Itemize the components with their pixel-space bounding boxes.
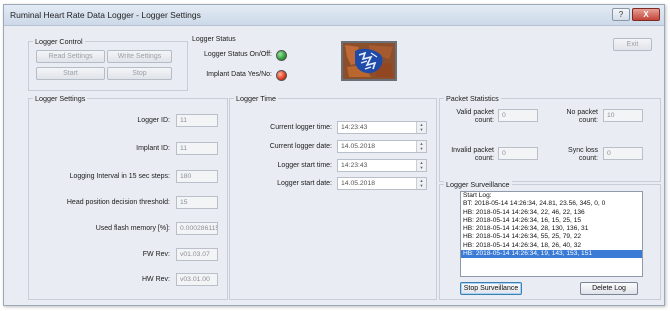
log-line[interactable]: HB: 2018-05-14 14:26:34, 18, 26, 40, 32: [461, 242, 642, 250]
window-title: Ruminal Heart Rate Data Logger - Logger …: [10, 10, 201, 20]
logger-settings-title: Logger Settings: [33, 94, 88, 103]
status-on-off-label: Logger Status On/Off:: [204, 51, 272, 58]
close-button[interactable]: X: [632, 8, 660, 21]
stop-button[interactable]: Stop: [107, 67, 172, 80]
current-date-spinner[interactable]: ▲ ▼: [416, 141, 426, 152]
flash-memory-label: Used flash memory [%]:: [95, 225, 170, 232]
current-time-value: 14:23:43: [341, 124, 368, 131]
hw-rev-label: HW Rev:: [142, 276, 170, 283]
cow-logo-image: [341, 41, 397, 81]
implant-id-label: Implant ID:: [136, 145, 170, 152]
delete-log-button[interactable]: Delete Log: [580, 282, 638, 295]
current-date-label: Current logger date:: [269, 143, 332, 150]
logger-id-label: Logger ID:: [137, 117, 170, 124]
packet-statistics-title: Packet Statistics: [444, 94, 501, 103]
logging-interval-field[interactable]: 180: [176, 170, 218, 183]
logger-status-title: Logger Status: [192, 36, 236, 43]
log-line[interactable]: BT: 2018-05-14 14:26:34, 24.81, 23.56, 3…: [461, 200, 642, 208]
implant-data-label: Implant Data Yes/No:: [206, 71, 272, 78]
status-led-icon: [276, 50, 287, 61]
sync-loss-label: Sync loss count:: [554, 147, 598, 163]
invalid-packet-label: Invalid packet count:: [444, 147, 494, 163]
current-time-field[interactable]: 14:23:43 ▲ ▼: [337, 121, 427, 134]
threshold-field[interactable]: 15: [176, 196, 218, 209]
close-icon: X: [643, 10, 649, 19]
valid-packet-label-line1: Valid packet: [456, 109, 494, 116]
sync-loss-label-line2: count:: [578, 155, 598, 162]
log-line[interactable]: HB: 2018-05-14 14:26:34, 55, 25, 79, 22: [461, 233, 642, 241]
start-date-field[interactable]: 14.05.2018 ▲ ▼: [337, 177, 427, 190]
invalid-packet-label-line2: count:: [474, 155, 494, 162]
start-date-spinner[interactable]: ▲ ▼: [416, 178, 426, 189]
no-packet-label: No packet count:: [554, 109, 598, 125]
title-bar: Ruminal Heart Rate Data Logger - Logger …: [4, 5, 664, 26]
surveillance-log-list[interactable]: Start Log: BT: 2018-05-14 14:26:34, 24.8…: [460, 191, 643, 277]
start-button[interactable]: Start: [36, 67, 105, 80]
logger-surveillance-title: Logger Surveillance: [444, 180, 512, 189]
valid-packet-label: Valid packet count:: [444, 109, 494, 125]
valid-packet-field[interactable]: 0: [498, 109, 538, 122]
current-date-field[interactable]: 14.05.2018 ▲ ▼: [337, 140, 427, 153]
fw-rev-field[interactable]: v01.03.07: [176, 248, 218, 261]
implant-led-icon: [276, 70, 287, 81]
hw-rev-field[interactable]: v03.01.00: [176, 273, 218, 286]
start-time-field[interactable]: 14:23:43 ▲ ▼: [337, 159, 427, 172]
read-settings-button[interactable]: Read Settings: [36, 50, 105, 63]
logger-control-group: Logger Control: [28, 37, 188, 91]
invalid-packet-label-line1: Invalid packet: [451, 147, 494, 154]
start-date-label: Logger start date:: [277, 180, 332, 187]
implant-id-field[interactable]: 11: [176, 142, 218, 155]
log-line[interactable]: HB: 2018-05-14 14:26:34, 16, 15, 25, 15: [461, 217, 642, 225]
invalid-packet-field[interactable]: 0: [498, 147, 538, 160]
start-time-label: Logger start time:: [277, 162, 332, 169]
write-settings-button[interactable]: Write Settings: [107, 50, 172, 63]
log-line[interactable]: HB: 2018-05-14 14:26:34, 19, 143, 153, 1…: [461, 250, 642, 259]
sync-loss-field[interactable]: 0: [603, 147, 643, 160]
logger-id-field[interactable]: 11: [176, 114, 218, 127]
flash-memory-field[interactable]: 0.000286115: [176, 222, 218, 235]
sync-loss-label-line1: Sync loss: [568, 147, 598, 154]
logger-time-title: Logger Time: [234, 94, 278, 103]
log-line[interactable]: Start Log:: [461, 192, 642, 200]
no-packet-label-line1: No packet: [566, 109, 598, 116]
fw-rev-label: FW Rev:: [142, 251, 170, 258]
stop-surveillance-button[interactable]: Stop Surveillance: [460, 282, 522, 295]
threshold-label: Head position decision threshold:: [66, 199, 170, 206]
logger-settings-window: Ruminal Heart Rate Data Logger - Logger …: [3, 4, 665, 306]
current-time-label: Current logger time:: [270, 124, 332, 131]
log-line[interactable]: HB: 2018-05-14 14:26:34, 22, 46, 22, 136: [461, 209, 642, 217]
help-button[interactable]: ?: [612, 8, 630, 21]
start-time-value: 14:23:43: [341, 162, 368, 169]
help-icon: ?: [618, 10, 624, 19]
no-packet-label-line2: count:: [578, 117, 598, 124]
start-date-value: 14.05.2018: [341, 180, 376, 187]
current-date-value: 14.05.2018: [341, 143, 376, 150]
logging-interval-label: Logging Interval in 15 sec steps:: [69, 173, 170, 180]
current-time-spinner[interactable]: ▲ ▼: [416, 122, 426, 133]
log-line[interactable]: HB: 2018-05-14 14:26:34, 28, 130, 136, 3…: [461, 225, 642, 233]
valid-packet-label-line2: count:: [474, 117, 494, 124]
start-time-spinner[interactable]: ▲ ▼: [416, 160, 426, 171]
logger-control-title: Logger Control: [33, 37, 85, 46]
exit-button[interactable]: Exit: [613, 38, 652, 51]
no-packet-field[interactable]: 10: [603, 109, 643, 122]
